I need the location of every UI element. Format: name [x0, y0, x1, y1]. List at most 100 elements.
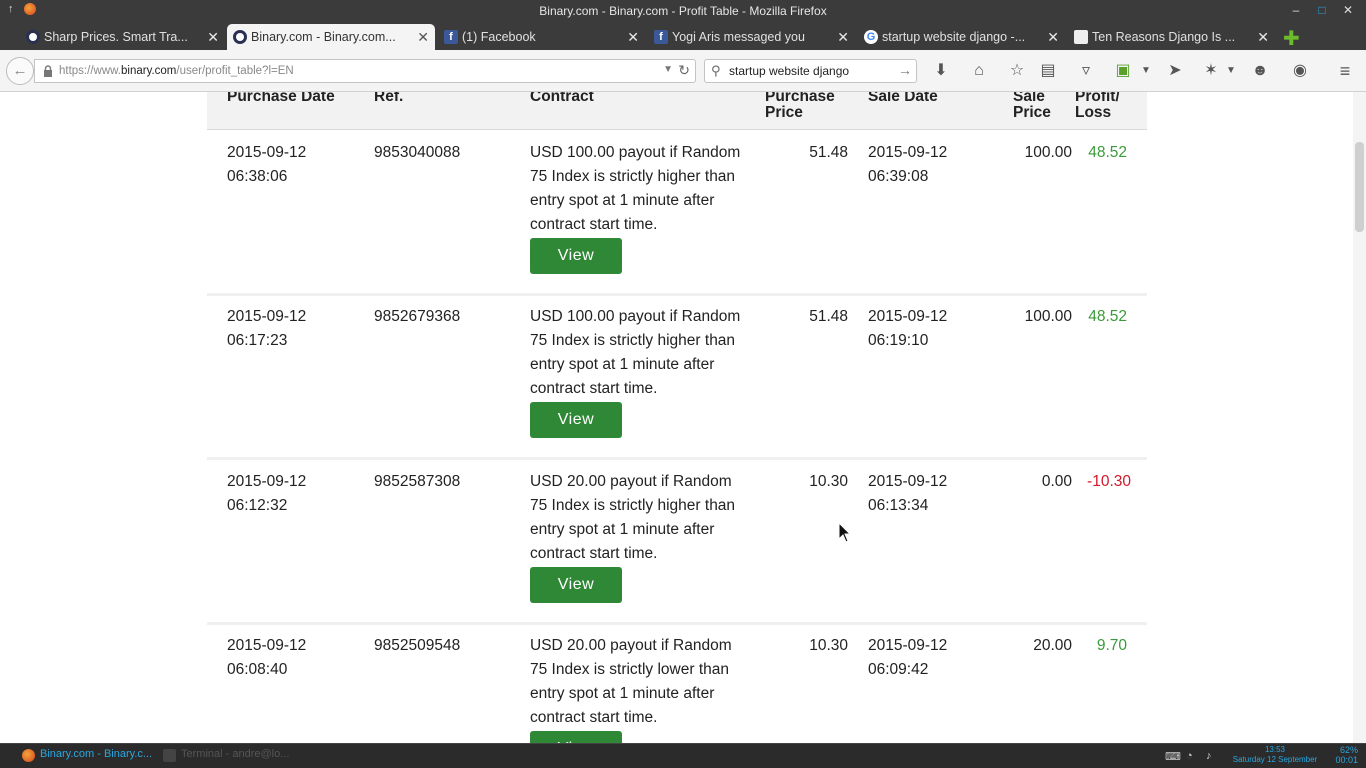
- search-input[interactable]: ⚲ startup website django →: [704, 59, 917, 83]
- minimize-icon[interactable]: –: [1290, 2, 1302, 18]
- page-scrollbar[interactable]: [1353, 92, 1366, 743]
- tab-django-article[interactable]: Ten Reasons Django Is ... ✕: [1068, 24, 1275, 50]
- extension-dropdown-icon[interactable]: ▼: [1136, 61, 1156, 81]
- purchase-date-cell: 2015-09-12 06:17:23: [227, 305, 306, 353]
- taskbar-item-firefox[interactable]: Binary.com - Binary.c...: [22, 748, 152, 766]
- sale-price-cell: 100.00: [1024, 144, 1072, 161]
- terminal-icon: [163, 749, 176, 762]
- contract-line: contract start time.: [530, 380, 658, 397]
- contract-line: USD 100.00 payout if Random: [530, 308, 741, 325]
- purchase-time: 06:38:06: [227, 168, 288, 185]
- contract-cell: USD 100.00 payout if Random 75 Index is …: [530, 141, 750, 237]
- sale-time: 06:19:10: [868, 332, 929, 349]
- navigation-bar: ← https://www.binary.com/user/profit_tab…: [0, 50, 1366, 92]
- sale-date-cell: 2015-09-12 06:19:10: [868, 305, 947, 353]
- url-bar[interactable]: https://www.binary.com/user/profit_table…: [34, 59, 696, 83]
- keyboard-icon[interactable]: ⌨: [1165, 750, 1181, 763]
- battery-indicator[interactable]: 62% 00:01: [1328, 745, 1358, 765]
- purchase-price-cell: 10.30: [809, 473, 848, 490]
- url-path: /user/profit_table?l=EN: [176, 65, 294, 77]
- sale-price-cell: 100.00: [1024, 308, 1072, 325]
- contract-cell: USD 20.00 payout if Random 75 Index is s…: [530, 470, 750, 566]
- new-tab-plus-icon[interactable]: ✚: [1283, 26, 1300, 51]
- sale-price-cell: 20.00: [1033, 637, 1072, 654]
- download-icon[interactable]: ⬇: [931, 61, 951, 81]
- sale-time: 06:09:42: [868, 661, 929, 678]
- google-favicon-icon: G: [864, 30, 878, 44]
- tab-label: Sharp Prices. Smart Tra...: [44, 30, 188, 44]
- close-icon[interactable]: ✕: [1342, 2, 1354, 18]
- sale-date: 2015-09-12: [868, 473, 948, 490]
- close-tab-icon[interactable]: ✕: [837, 29, 849, 46]
- contract-line: entry spot at 1 minute after: [530, 192, 715, 209]
- header-sale-price: Sale Price: [1013, 92, 1051, 121]
- contract-line: 75 Index is strictly lower than: [530, 661, 730, 678]
- binary-favicon-icon: [233, 30, 247, 44]
- close-tab-icon[interactable]: ✕: [1257, 29, 1269, 46]
- view-button[interactable]: View: [530, 238, 622, 274]
- search-value: startup website django: [729, 64, 850, 78]
- close-tab-icon[interactable]: ✕: [417, 29, 429, 46]
- contract-line: 75 Index is strictly higher than: [530, 497, 736, 514]
- view-button[interactable]: View: [530, 731, 622, 743]
- purchase-date: 2015-09-12: [227, 308, 307, 325]
- header-sale-date: Sale Date: [868, 92, 938, 105]
- ref-cell: 9852509548: [374, 637, 461, 654]
- extension-circle-icon[interactable]: ◉: [1290, 61, 1310, 81]
- pocket-icon[interactable]: ▿: [1076, 61, 1096, 81]
- tab-label: Ten Reasons Django Is ...: [1092, 30, 1236, 44]
- purchase-price-cell: 51.48: [809, 144, 848, 161]
- extension-dropdown-icon[interactable]: ▼: [1221, 61, 1241, 81]
- purchase-date-cell: 2015-09-12 06:08:40: [227, 634, 306, 682]
- battery-percent: 62%: [1339, 745, 1358, 755]
- calendar-favicon-icon: [1074, 30, 1088, 44]
- close-tab-icon[interactable]: ✕: [207, 29, 219, 46]
- extension-mask-icon[interactable]: ✶: [1201, 61, 1221, 81]
- window-title: Binary.com - Binary.com - Profit Table -…: [539, 4, 827, 18]
- contract-line: 75 Index is strictly higher than: [530, 168, 736, 185]
- close-tab-icon[interactable]: ✕: [627, 29, 639, 46]
- tab-binary-profit-table[interactable]: Binary.com - Binary.com... ✕: [227, 24, 435, 50]
- table-row: 2015-09-12 06:12:32 9852587308 USD 20.00…: [207, 460, 1147, 625]
- tab-label: (1) Facebook: [462, 30, 536, 44]
- contract-line: contract start time.: [530, 709, 658, 726]
- sale-date-cell: 2015-09-12 06:39:08: [868, 141, 947, 189]
- purchase-date: 2015-09-12: [227, 144, 307, 161]
- purchase-date: 2015-09-12: [227, 637, 307, 654]
- scrollbar-thumb[interactable]: [1355, 142, 1364, 232]
- volume-icon[interactable]: ♪: [1206, 750, 1212, 762]
- sale-date: 2015-09-12: [868, 144, 948, 161]
- home-icon[interactable]: ⌂: [969, 61, 989, 81]
- back-arrow-icon[interactable]: ←: [6, 57, 34, 85]
- clock-date: Saturday 12 September: [1232, 755, 1318, 764]
- maximize-icon[interactable]: □: [1316, 2, 1328, 18]
- view-button[interactable]: View: [530, 402, 622, 438]
- tab-label: Binary.com - Binary.com...: [251, 30, 396, 44]
- bookmark-star-icon[interactable]: ☆: [1007, 61, 1027, 81]
- url-dropdown-icon[interactable]: ▼: [663, 64, 673, 75]
- tab-facebook[interactable]: f (1) Facebook ✕: [438, 24, 645, 50]
- purchase-time: 06:08:40: [227, 661, 288, 678]
- profit-loss-cell: 48.52: [1088, 308, 1127, 325]
- reading-list-icon[interactable]: ▤: [1038, 61, 1058, 81]
- extension-android-icon[interactable]: ▣: [1113, 61, 1133, 81]
- reload-icon[interactable]: ↻: [678, 62, 690, 79]
- window-controls: – □ ✕: [1290, 2, 1354, 18]
- menu-hamburger-icon[interactable]: ≡: [1335, 61, 1355, 81]
- close-tab-icon[interactable]: ✕: [1047, 29, 1059, 46]
- chat-icon[interactable]: ☻: [1250, 61, 1270, 81]
- contract-cell: USD 100.00 payout if Random 75 Index is …: [530, 305, 750, 401]
- sale-date-cell: 2015-09-12 06:09:42: [868, 634, 947, 682]
- tab-google-search[interactable]: G startup website django -... ✕: [858, 24, 1065, 50]
- clock[interactable]: 13:53 Saturday 12 September: [1225, 745, 1325, 765]
- view-button[interactable]: View: [530, 567, 622, 603]
- wifi-icon[interactable]: ◔: [1186, 750, 1193, 762]
- contract-line: entry spot at 1 minute after: [530, 685, 715, 702]
- header-profit-line2: Loss: [1075, 104, 1112, 121]
- tab-facebook-message[interactable]: f Yogi Aris messaged you ✕: [648, 24, 855, 50]
- taskbar-item-terminal[interactable]: Terminal - andre@lo...: [163, 748, 289, 766]
- send-icon[interactable]: ➤: [1165, 61, 1185, 81]
- search-go-arrow-icon[interactable]: →: [898, 62, 912, 78]
- window-titlebar: ↑ Binary.com - Binary.com - Profit Table…: [0, 0, 1366, 22]
- tab-sharp-prices[interactable]: Sharp Prices. Smart Tra... ✕: [20, 24, 225, 50]
